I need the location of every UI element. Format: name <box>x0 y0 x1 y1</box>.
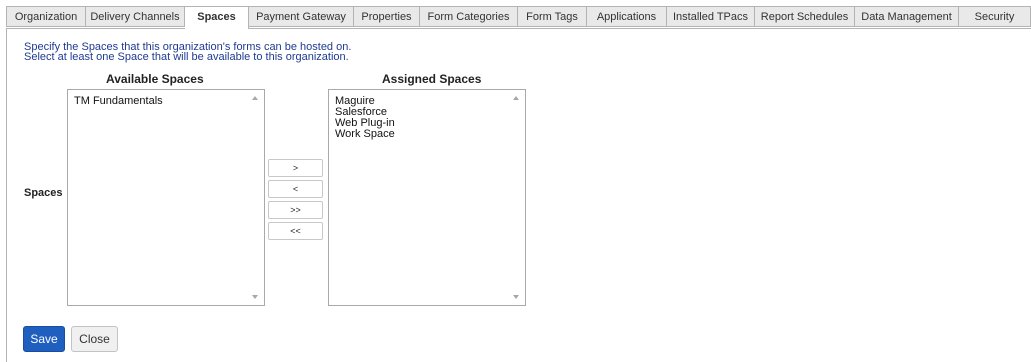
tab-data-management[interactable]: Data Management <box>855 6 959 27</box>
list-item[interactable]: TM Fundamentals <box>74 96 163 107</box>
scroll-up-icon[interactable] <box>252 96 258 100</box>
scrollbar[interactable] <box>247 90 264 305</box>
scroll-up-icon[interactable] <box>513 96 519 100</box>
tab-form-tags[interactable]: Form Tags <box>518 6 587 27</box>
tab-properties[interactable]: Properties <box>354 6 420 27</box>
close-button[interactable]: Close <box>71 326 118 352</box>
scrollbar[interactable] <box>508 90 525 305</box>
instructions-text: Specify the Spaces that this organizatio… <box>24 42 351 63</box>
tab-form-categories[interactable]: Form Categories <box>420 6 518 27</box>
available-spaces-heading: Available Spaces <box>106 72 204 86</box>
tab-organization[interactable]: Organization <box>6 6 86 27</box>
remove-all-button[interactable]: << <box>268 222 323 240</box>
assigned-spaces-list[interactable]: Maguire Salesforce Web Plug-in Work Spac… <box>328 89 526 306</box>
scroll-down-icon[interactable] <box>252 295 258 299</box>
tab-security[interactable]: Security <box>959 6 1031 27</box>
assigned-spaces-heading: Assigned Spaces <box>382 72 482 86</box>
spaces-row-label: Spaces <box>24 187 63 199</box>
list-item[interactable]: Work Space <box>335 129 395 140</box>
save-button[interactable]: Save <box>23 326 65 352</box>
tab-bar: Organization Delivery Channels Spaces Pa… <box>6 6 1031 29</box>
scroll-down-icon[interactable] <box>513 295 519 299</box>
add-selected-button[interactable]: > <box>268 159 323 177</box>
tab-report-schedules[interactable]: Report Schedules <box>755 6 855 27</box>
tab-delivery-channels[interactable]: Delivery Channels <box>86 6 185 27</box>
remove-selected-button[interactable]: < <box>268 180 323 198</box>
available-spaces-list[interactable]: TM Fundamentals <box>67 89 265 306</box>
tab-spaces[interactable]: Spaces <box>185 6 249 29</box>
tab-installed-tpacs[interactable]: Installed TPacs <box>667 6 755 27</box>
add-all-button[interactable]: >> <box>268 201 323 219</box>
tab-payment-gateway[interactable]: Payment Gateway <box>249 6 354 27</box>
tab-applications[interactable]: Applications <box>587 6 667 27</box>
instructions-line-2: Select at least one Space that will be a… <box>24 51 349 63</box>
